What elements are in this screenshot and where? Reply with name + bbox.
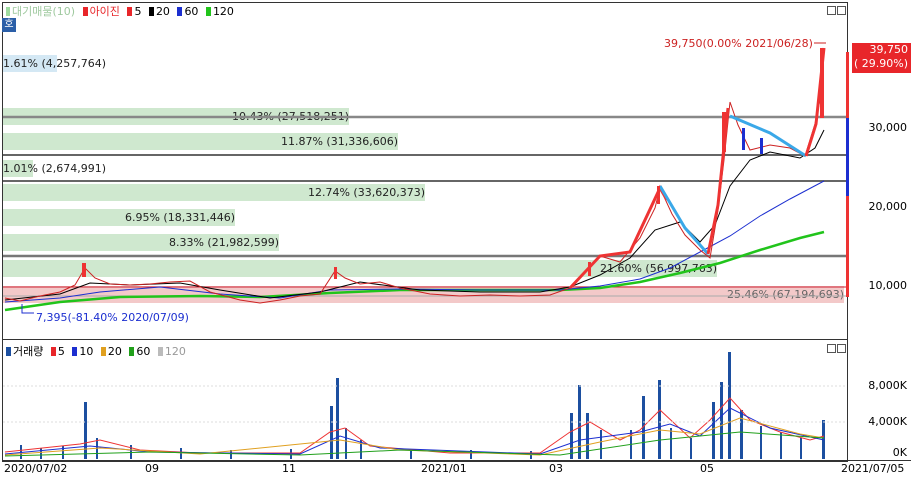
volume-bars (20, 352, 825, 459)
x-tick-label: 11 (282, 462, 296, 475)
volume-axis: 8,000K 4,000K 0K (846, 339, 911, 460)
volume-tick-label: 8,000K (868, 379, 907, 392)
x-end-date: 2021/07/05 (841, 462, 905, 475)
chart-window: 호 대기매물(10) 아이진 5 20 60 120 1.61% (4,257,… (0, 0, 911, 476)
volume-ma5-line (4, 397, 825, 454)
x-tick-label: 09 (145, 462, 159, 475)
x-tick-label: 2020/07/02 (4, 462, 68, 475)
x-tick-label: 05 (700, 462, 714, 475)
x-tick-label: 2021/01 (421, 462, 467, 475)
volume-ma60-line (4, 431, 825, 457)
volume-tick-label: 0K (892, 446, 907, 459)
volume-chart-plot[interactable] (0, 0, 911, 476)
volume-tick-label: 4,000K (868, 415, 907, 428)
x-tick-label: 03 (549, 462, 563, 475)
